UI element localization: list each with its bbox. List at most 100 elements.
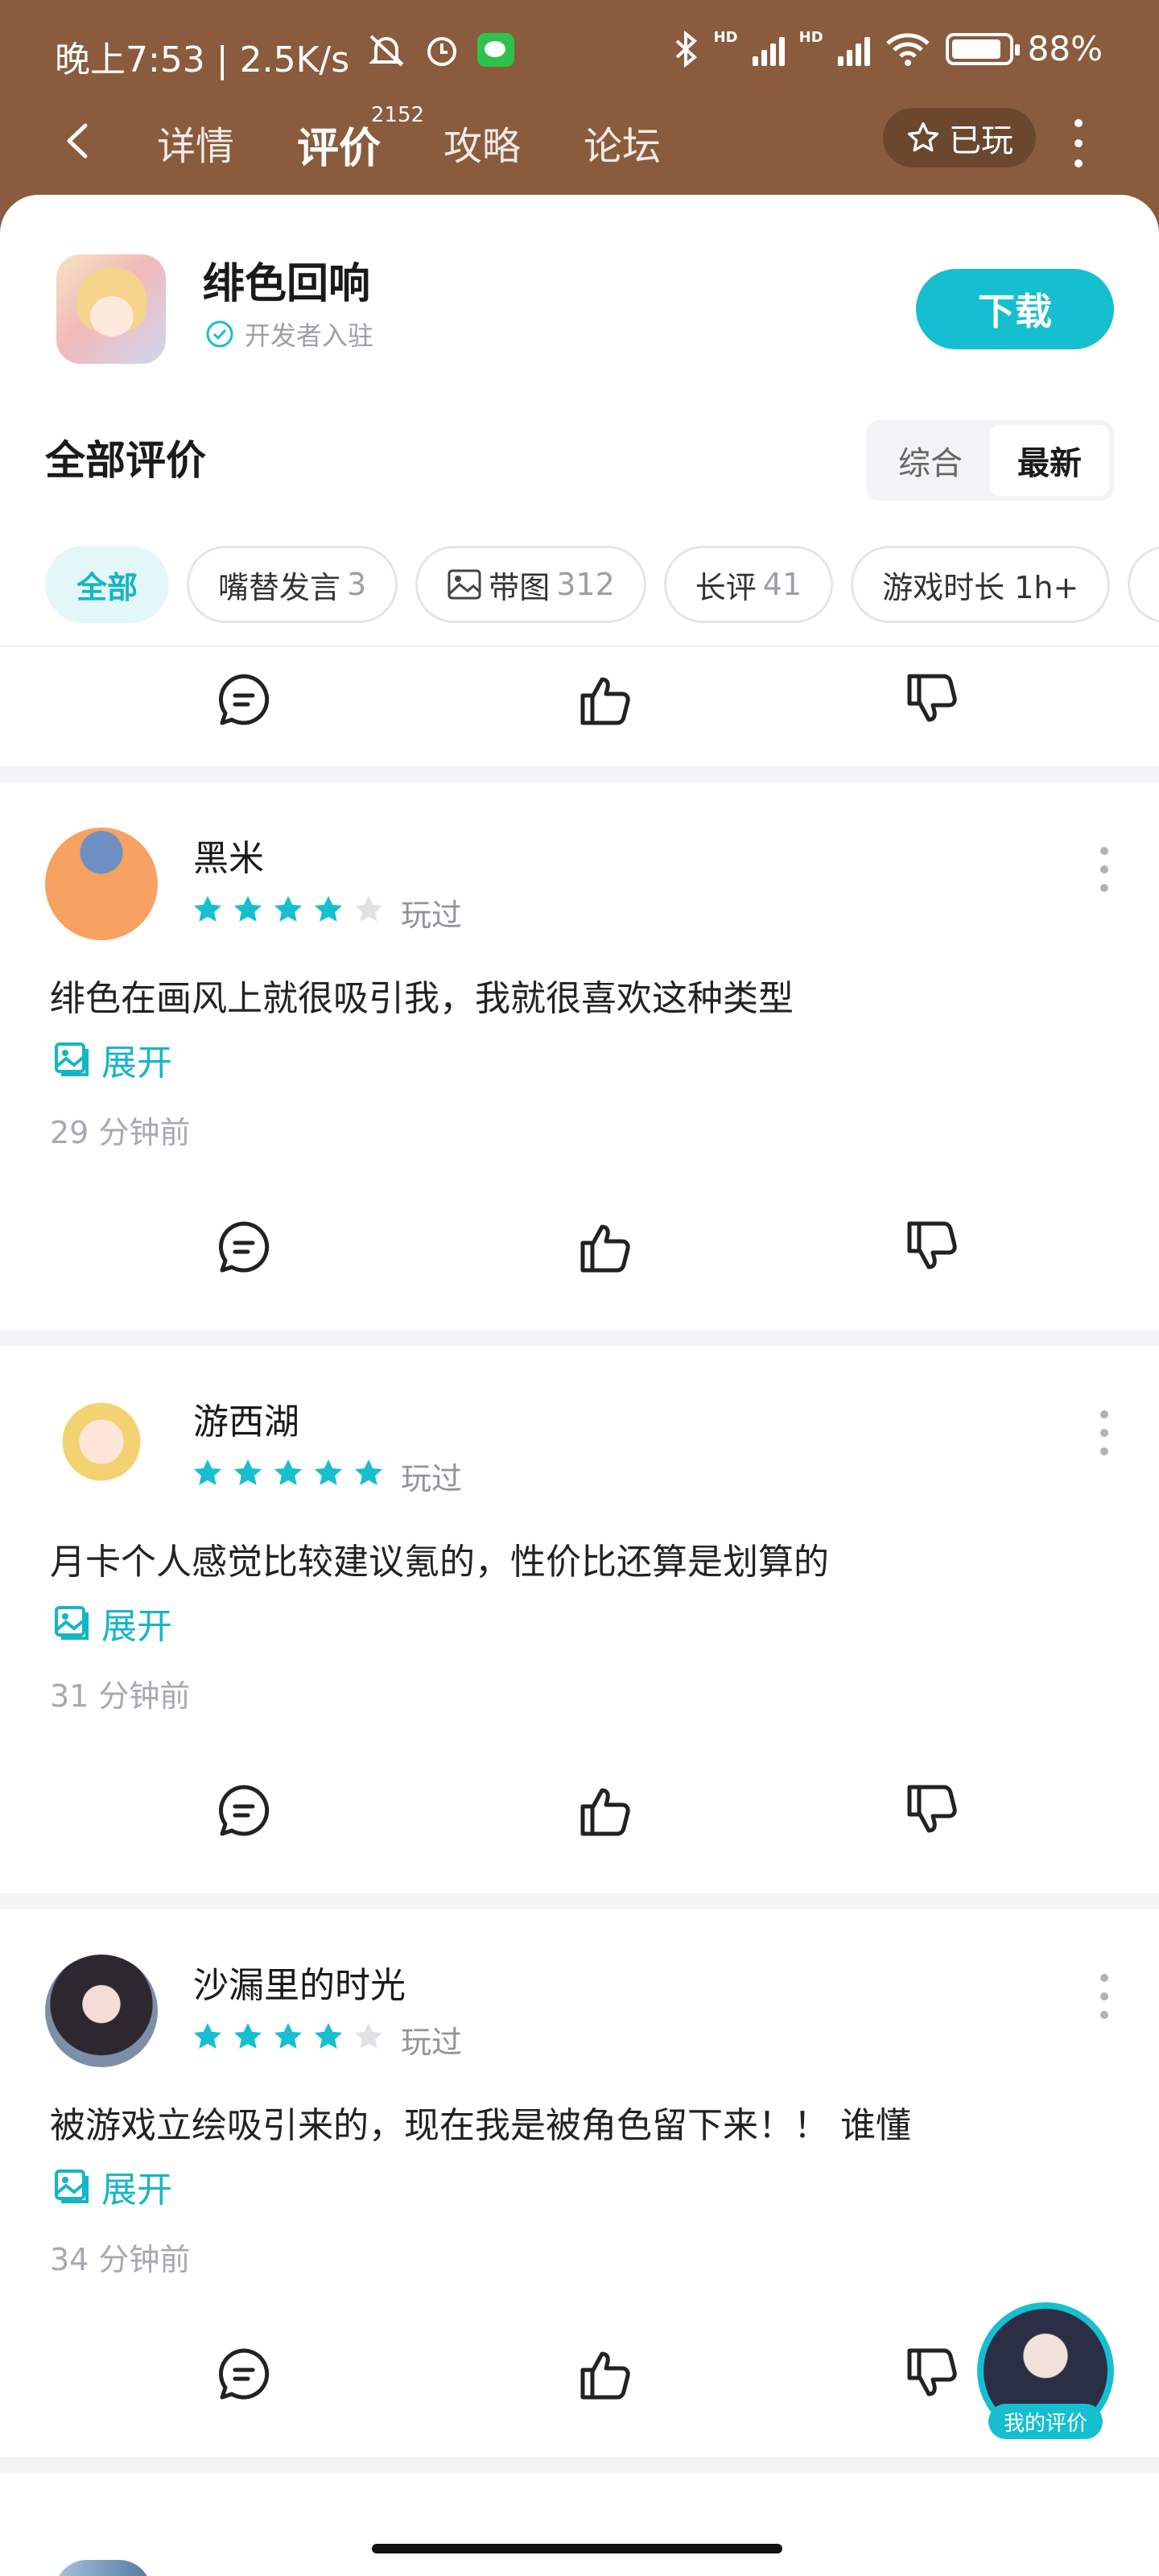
filter-chip-with-images[interactable]: 带图 312	[415, 546, 646, 623]
review-text: 绯色在画风上就很吸引我，我就很喜欢这种类型	[50, 978, 794, 1019]
review-item: 游西湖 玩过 月卡个人感觉比较建议氪的，性价比还算是划算的 展开 31 分钟前	[0, 1346, 1159, 1893]
review-item: 黑米 玩过 绯色在画风上就很吸引我，我就很喜欢这种类型 展开 29 分钟前	[0, 782, 1159, 1330]
bluetooth-icon	[675, 30, 697, 68]
star-rating	[192, 894, 385, 926]
signal-icon-2	[837, 32, 870, 66]
tab-reviews-count: 2152	[370, 103, 425, 127]
thumbs-up-icon[interactable]	[578, 2346, 634, 2402]
comment-icon[interactable]	[216, 1219, 272, 1275]
filter-chips: 全部 嘴替发言3 带图312 长评41 游戏时长 1h+ 好	[45, 546, 1159, 623]
review-timestamp: 34 分钟前	[50, 2242, 191, 2277]
expand-link[interactable]: 展开	[53, 1034, 172, 1085]
star-rating	[192, 2021, 385, 2053]
avatar[interactable]	[55, 2560, 151, 2576]
star-empty-icon	[355, 2023, 382, 2049]
app-name: 绯色回响	[203, 260, 371, 308]
wifi-icon	[885, 32, 930, 66]
star-filled-icon	[274, 896, 302, 922]
hd-label: HD	[713, 29, 738, 46]
hd-label-2: HD	[798, 29, 823, 46]
alarm-icon	[427, 37, 456, 66]
star-filled-icon	[234, 896, 262, 922]
star-filled-icon	[194, 1459, 221, 1485]
thumbs-up-icon[interactable]	[578, 1219, 634, 1275]
section-separator	[0, 1330, 1159, 1346]
image-icon	[448, 569, 481, 600]
thumbs-down-icon[interactable]	[905, 1782, 961, 1839]
main-sheet: 绯色回响 开发者入驻 下载 全部评价 综合 最新 全部 嘴替发言 3 带图 312 …	[0, 195, 1159, 2576]
review-actions	[0, 1758, 1159, 1855]
star-empty-icon	[355, 896, 382, 922]
filter-chip-good[interactable]: 好	[1128, 546, 1159, 623]
status-bar: 晚上7:53 | 2.5K/s HD HD 88%	[0, 0, 1159, 97]
filter-chip-all[interactable]: 全部	[45, 546, 170, 623]
filter-chip-spokesman[interactable]: 嘴替发言 3	[187, 546, 398, 623]
image-icon	[55, 1606, 89, 1640]
tab-guides[interactable]: 攻略	[443, 114, 521, 175]
star-filled-icon	[355, 1459, 382, 1485]
thumbs-down-icon[interactable]	[905, 2346, 961, 2402]
check-circle-icon	[206, 320, 233, 348]
more-options-icon[interactable]	[1099, 847, 1109, 892]
sort-option-latest[interactable]: 最新	[990, 425, 1109, 496]
star-filled-icon	[315, 1459, 342, 1485]
developer-tag: 开发者入驻	[204, 316, 373, 353]
app-info: 绯色回响 开发者入驻 下载	[0, 195, 1159, 388]
more-options-icon[interactable]	[1099, 1410, 1109, 1455]
played-button[interactable]: 已玩	[883, 108, 1036, 167]
review-username[interactable]: 沙漏里的时光	[193, 1956, 406, 2008]
star-filled-icon	[274, 2023, 302, 2049]
star-filled-icon	[234, 2023, 262, 2049]
thumbs-up-icon[interactable]	[578, 671, 634, 728]
review-username[interactable]: 游西湖	[193, 1393, 299, 1444]
more-menu-icon[interactable]	[1070, 119, 1087, 167]
home-indicator[interactable]	[372, 2544, 782, 2553]
played-status: 玩过	[401, 898, 463, 933]
review-actions	[0, 1195, 1159, 1291]
star-filled-icon	[274, 1459, 302, 1485]
expand-link[interactable]: 展开	[53, 1597, 172, 1649]
battery-icon	[945, 32, 1020, 65]
star-outline-icon	[907, 122, 939, 152]
my-review-button[interactable]: 我的评价	[977, 2302, 1114, 2439]
thumbs-down-icon[interactable]	[905, 671, 961, 728]
image-icon	[55, 2169, 89, 2203]
comment-icon[interactable]	[216, 2346, 272, 2402]
section-separator	[0, 1893, 1159, 1909]
comment-icon[interactable]	[216, 1782, 272, 1839]
comment-icon[interactable]	[216, 671, 272, 728]
section-separator	[0, 766, 1159, 782]
image-icon	[55, 1042, 89, 1076]
my-review-label: 我的评价	[988, 2404, 1103, 2439]
tab-details[interactable]: 详情	[157, 114, 234, 175]
sort-toggle: 综合 最新	[866, 420, 1114, 501]
review-username[interactable]: 黑米	[193, 829, 264, 881]
filter-chip-long-review[interactable]: 长评 41	[663, 546, 834, 623]
star-filled-icon	[315, 896, 342, 922]
status-time: 晚上7:53 | 2.5K/s	[55, 39, 350, 80]
thumbs-down-icon[interactable]	[905, 1219, 961, 1275]
star-filled-icon	[234, 1459, 262, 1485]
app-icon[interactable]	[56, 254, 166, 364]
played-status: 玩过	[401, 2025, 463, 2060]
more-options-icon[interactable]	[1099, 1974, 1109, 2019]
sort-option-comprehensive[interactable]: 综合	[871, 425, 990, 496]
played-status: 玩过	[401, 1461, 463, 1496]
review-timestamp: 31 分钟前	[50, 1678, 191, 1714]
avatar[interactable]	[45, 1955, 158, 2067]
expand-link[interactable]: 展开	[53, 2161, 172, 2212]
tab-reviews[interactable]: 评价 2152	[297, 103, 424, 175]
star-filled-icon	[194, 896, 221, 922]
review-actions	[0, 647, 1159, 744]
review-text: 月卡个人感觉比较建议氪的，性价比还算是划算的	[50, 1542, 829, 1583]
section-separator	[0, 2457, 1159, 2473]
filter-chip-playtime[interactable]: 游戏时长 1h+	[851, 546, 1111, 623]
thumbs-up-icon[interactable]	[578, 1782, 634, 1839]
back-arrow-icon[interactable]	[58, 121, 98, 161]
avatar[interactable]	[45, 1391, 158, 1504]
tab-forum[interactable]: 论坛	[584, 114, 661, 175]
signal-icon	[752, 32, 785, 66]
star-rating	[192, 1457, 385, 1489]
avatar[interactable]	[45, 828, 158, 940]
download-button[interactable]: 下载	[916, 269, 1114, 349]
